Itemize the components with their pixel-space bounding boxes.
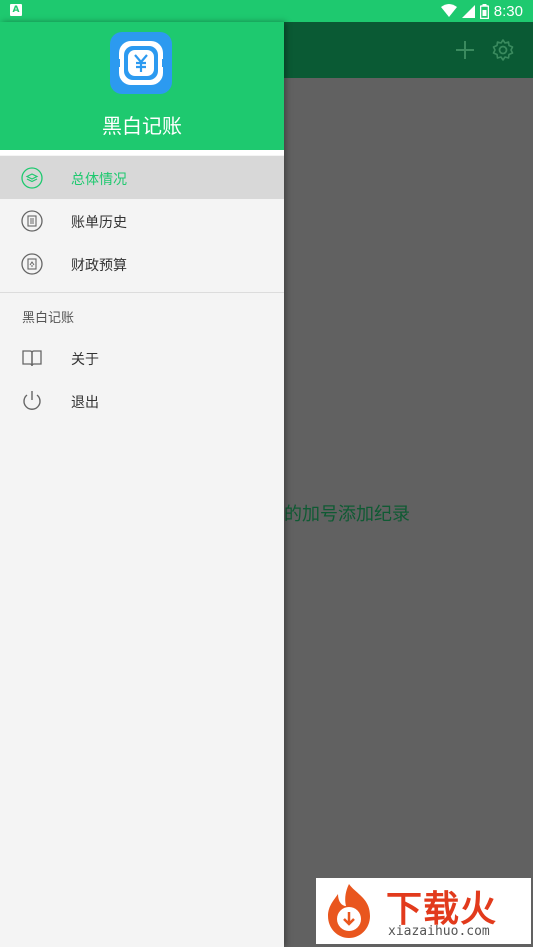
app-name: 黑白记账: [102, 114, 182, 138]
menu-item-label: 账单历史: [71, 215, 127, 231]
book-icon: [21, 347, 43, 369]
menu-item-about[interactable]: 关于: [0, 336, 284, 379]
watermark-url: xiazaihuo.com: [388, 924, 490, 939]
status-icons: 8:30: [440, 2, 523, 20]
plus-icon[interactable]: [453, 38, 477, 62]
status-bar: A 8:30: [0, 0, 533, 22]
navigation-drawer: 黑白记账 总体情况 账单历史 财政预算 黑白记账 关于 退出: [0, 22, 284, 947]
budget-icon: [21, 253, 43, 275]
menu-item-label: 关于: [71, 352, 99, 368]
drawer-menu-secondary: 关于 退出: [0, 336, 284, 422]
notification-icon: A: [10, 4, 22, 16]
drawer-menu: 总体情况 账单历史 财政预算: [0, 156, 284, 285]
menu-item-budget[interactable]: 财政预算: [0, 242, 284, 285]
clipboard-icon: [21, 210, 43, 232]
empty-hint: 的加号添加纪录: [284, 504, 410, 525]
main-content: 的加号添加纪录: [284, 78, 533, 947]
flame-logo-icon: [320, 882, 378, 940]
drawer-header: 黑白记账: [0, 22, 284, 150]
section-title: 黑白记账: [22, 311, 75, 326]
menu-divider: [0, 292, 284, 293]
menu-item-label: 总体情况: [71, 172, 127, 188]
watermark-badge: 下载火 xiazaihuo.com: [316, 878, 531, 944]
battery-icon: [479, 3, 489, 19]
status-time: 8:30: [493, 2, 523, 20]
menu-item-label: 财政预算: [71, 258, 127, 274]
app-logo-icon: [110, 32, 172, 94]
menu-item-bill-history[interactable]: 账单历史: [0, 199, 284, 242]
power-icon: [21, 390, 43, 412]
menu-item-logout[interactable]: 退出: [0, 379, 284, 422]
menu-item-label: 退出: [71, 395, 99, 411]
menu-item-overview[interactable]: 总体情况: [0, 156, 284, 199]
gear-icon[interactable]: [491, 38, 515, 62]
wifi-icon: [440, 4, 457, 18]
header-divider: [0, 150, 284, 155]
layers-icon: [21, 167, 43, 189]
signal-icon: [461, 4, 475, 18]
app-toolbar: [284, 22, 533, 78]
